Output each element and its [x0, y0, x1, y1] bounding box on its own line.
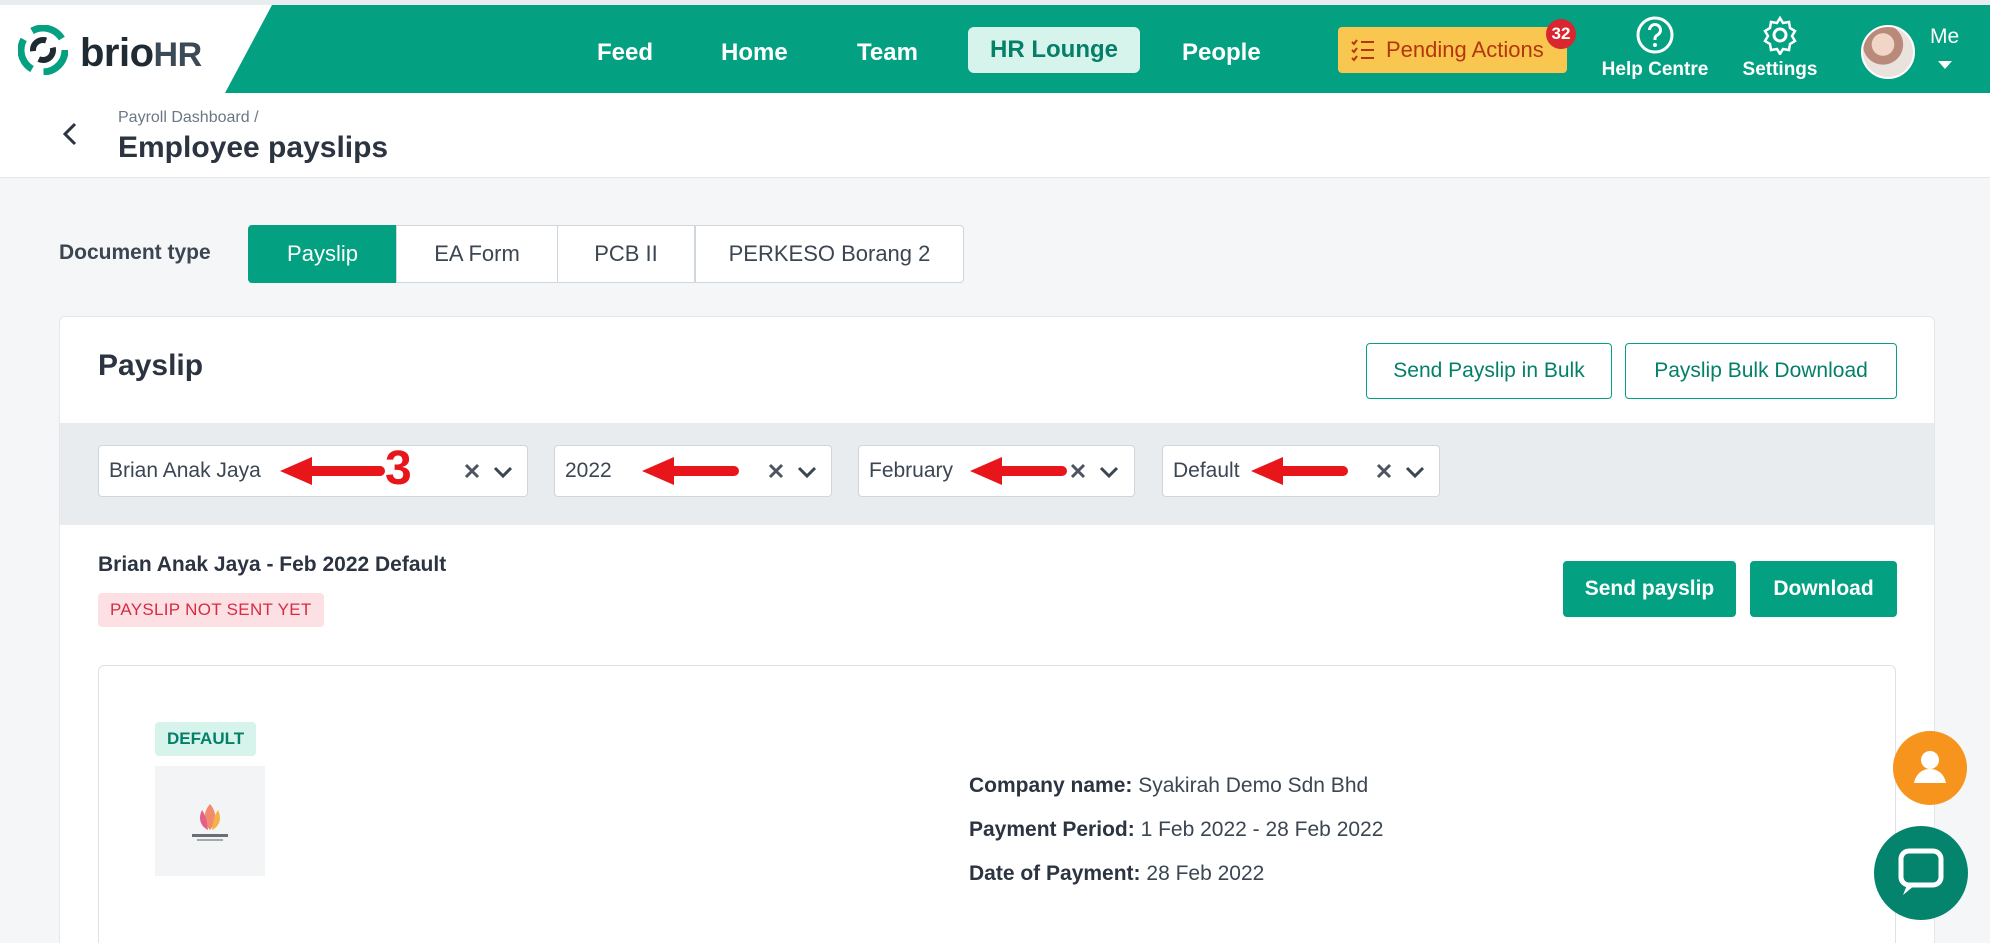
download-button[interactable]: Download — [1750, 561, 1897, 617]
breadcrumb[interactable]: Payroll Dashboard / — [118, 109, 259, 127]
checklist-icon — [1351, 39, 1374, 62]
clear-icon[interactable] — [1067, 460, 1089, 482]
nav-feed[interactable]: Feed — [597, 33, 653, 73]
brand-logo[interactable]: brioHR — [0, 5, 272, 93]
gear-icon — [1763, 15, 1797, 55]
help-centre-button[interactable]: Help Centre — [1600, 15, 1710, 81]
chat-fab-button[interactable] — [1874, 826, 1968, 920]
payslip-preview: DEFAULT Company name: Syakirah Demo Sdn … — [98, 665, 1896, 943]
back-arrow-icon[interactable] — [56, 119, 86, 149]
payment-period-row: Payment Period: 1 Feb 2022 - 28 Feb 2022 — [969, 818, 1384, 841]
caret-down-icon[interactable] — [1938, 61, 1952, 69]
nav-team[interactable]: Team — [857, 33, 918, 73]
payment-date-row: Date of Payment: 28 Feb 2022 — [969, 862, 1265, 885]
employee-select-value: Brian Anak Jaya — [109, 459, 261, 482]
payslip-card: Payslip Send Payslip in Bulk Payslip Bul… — [59, 316, 1935, 943]
top-navigation-bar: brioHR Feed Home Team HR Lounge People P… — [0, 0, 1990, 93]
help-icon — [1636, 16, 1674, 54]
me-menu-label[interactable]: Me — [1930, 25, 1959, 49]
company-logo — [155, 766, 265, 876]
template-select-value: Default — [1173, 459, 1240, 482]
user-icon — [1914, 751, 1946, 783]
annotation-arrow-icon — [1251, 457, 1348, 485]
nav-people[interactable]: People — [1182, 33, 1261, 73]
send-payslip-bulk-button[interactable]: Send Payslip in Bulk — [1366, 343, 1612, 399]
doc-type-perkeso-borang-2[interactable]: PERKESO Borang 2 — [695, 225, 964, 283]
status-badge: PAYSLIP NOT SENT YET — [98, 593, 324, 627]
template-tag: DEFAULT — [155, 722, 257, 756]
chevron-down-icon[interactable] — [1403, 460, 1427, 484]
annotation-arrow-icon — [642, 457, 739, 485]
annotation-arrow-icon — [280, 457, 385, 485]
company-name-row: Company name: Syakirah Demo Sdn Bhd — [969, 774, 1369, 797]
brand-wordmark: brioHR — [80, 31, 202, 75]
annotation-arrow-icon — [970, 457, 1067, 485]
chevron-down-icon[interactable] — [795, 460, 819, 484]
pending-actions-button[interactable]: Pending Actions — [1338, 27, 1567, 73]
avatar[interactable] — [1861, 25, 1915, 79]
payslip-bulk-download-button[interactable]: Payslip Bulk Download — [1625, 343, 1897, 399]
chevron-down-icon[interactable] — [1097, 460, 1121, 484]
doc-type-ea-form[interactable]: EA Form — [396, 225, 558, 283]
payslip-summary: Brian Anak Jaya - Feb 2022 Default — [98, 553, 447, 576]
annotation-step-number: 3 — [385, 442, 412, 495]
settings-label: Settings — [1742, 59, 1818, 80]
doc-type-payslip[interactable]: Payslip — [248, 225, 397, 283]
month-select-value: February — [869, 459, 954, 482]
page-title: Employee payslips — [118, 131, 389, 164]
year-select-value: 2022 — [565, 459, 612, 482]
send-payslip-button[interactable]: Send payslip — [1563, 561, 1736, 617]
chat-icon — [1898, 848, 1944, 895]
chevron-down-icon[interactable] — [491, 460, 515, 484]
card-title: Payslip — [98, 349, 204, 382]
pending-count-badge: 32 — [1546, 19, 1576, 49]
flower-logo-icon — [192, 804, 228, 841]
help-centre-label: Help Centre — [1601, 59, 1709, 80]
brio-logo-icon — [18, 25, 68, 75]
document-type-label: Document type — [59, 241, 211, 264]
doc-type-pcb-ii[interactable]: PCB II — [557, 225, 695, 283]
pending-actions-label: Pending Actions — [1386, 37, 1544, 62]
clear-icon[interactable] — [461, 460, 483, 482]
page-header: Payroll Dashboard / Employee payslips — [0, 93, 1990, 178]
nav-home[interactable]: Home — [721, 33, 788, 73]
settings-button[interactable]: Settings — [1725, 15, 1835, 81]
clear-icon[interactable] — [1373, 460, 1395, 482]
nav-hr-lounge[interactable]: HR Lounge — [968, 27, 1140, 73]
user-fab-button[interactable] — [1893, 731, 1967, 805]
clear-icon[interactable] — [765, 460, 787, 482]
